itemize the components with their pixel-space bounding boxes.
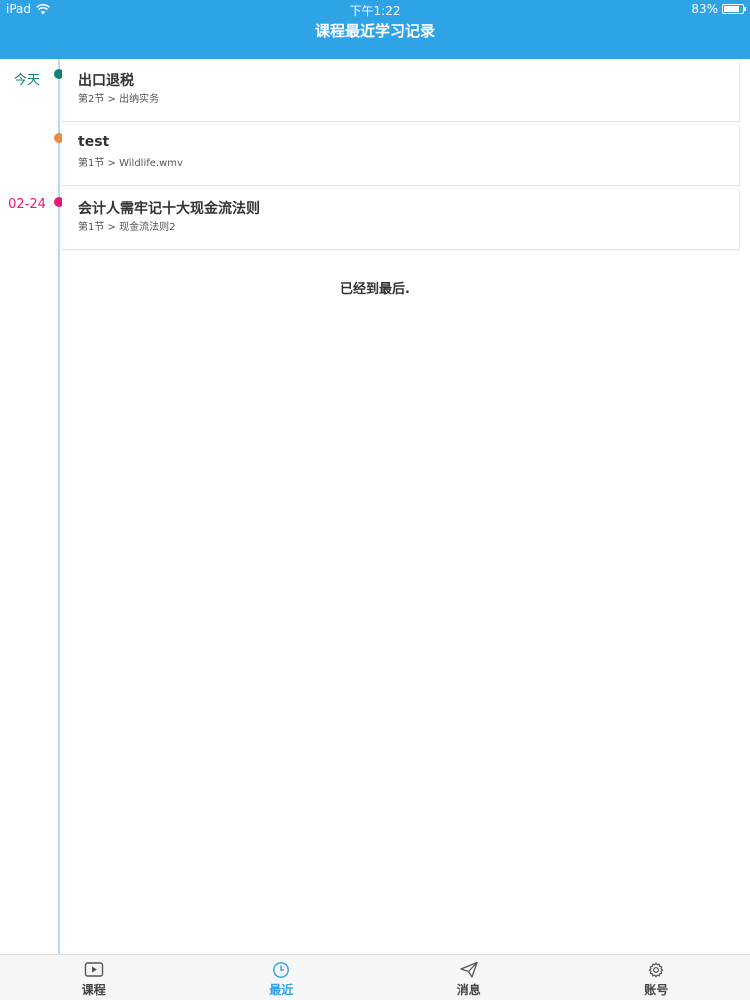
battery-icon [722, 4, 746, 14]
list-item[interactable]: test 第1节 > Wildlife.wmv [0, 123, 750, 187]
status-time: 下午1:22 [349, 4, 401, 18]
record-title: test [78, 134, 110, 150]
record-date: 02-24 [8, 197, 46, 212]
tab-recent[interactable]: 最近 [188, 955, 376, 1000]
tab-message[interactable]: 消息 [375, 955, 563, 1000]
tab-label: 账号 [644, 983, 669, 997]
battery-percent: 83% [691, 2, 718, 16]
page-title: 课程最近学习记录 [314, 22, 435, 40]
end-of-list-message: 已经到最后. [340, 282, 410, 297]
tab-course[interactable]: 课程 [0, 955, 188, 1000]
tab-account[interactable]: 账号 [563, 955, 750, 1000]
gear-icon [646, 961, 666, 979]
clock-icon [271, 961, 291, 979]
record-card[interactable]: 出口退税 第2节 > 出纳实务 [62, 61, 740, 122]
tab-label: 最近 [269, 983, 294, 997]
list-item[interactable]: 02-24 会计人需牢记十大现金流法则 第1节 > 现金流法则2 [0, 187, 750, 251]
tab-label: 消息 [456, 983, 481, 997]
list-item[interactable]: 今天 出口退税 第2节 > 出纳实务 [0, 59, 750, 123]
record-title: 会计人需牢记十大现金流法则 [78, 201, 260, 217]
record-subtitle: 第1节 > 现金流法则2 [78, 222, 176, 233]
record-list: 今天 出口退税 第2节 > 出纳实务 test 第1节 > Wildlife.w… [0, 59, 750, 251]
status-right: 83% [691, 2, 746, 16]
record-date: 今天 [13, 73, 40, 88]
record-subtitle: 第1节 > Wildlife.wmv [78, 158, 183, 169]
record-subtitle: 第2节 > 出纳实务 [78, 94, 160, 105]
header: iPad 下午1:22 83% 课程最近学习记录 [0, 0, 750, 59]
battery-fill [724, 6, 739, 12]
record-card[interactable]: 会计人需牢记十大现金流法则 第1节 > 现金流法则2 [62, 189, 740, 250]
play-icon [84, 961, 104, 979]
tab-label: 课程 [81, 983, 106, 997]
tab-bar: 课程 最近 消息 账号 [0, 954, 750, 1000]
record-title: 出口退税 [78, 73, 134, 89]
paper-plane-icon [459, 961, 479, 979]
record-card[interactable]: test 第1节 > Wildlife.wmv [62, 125, 740, 186]
